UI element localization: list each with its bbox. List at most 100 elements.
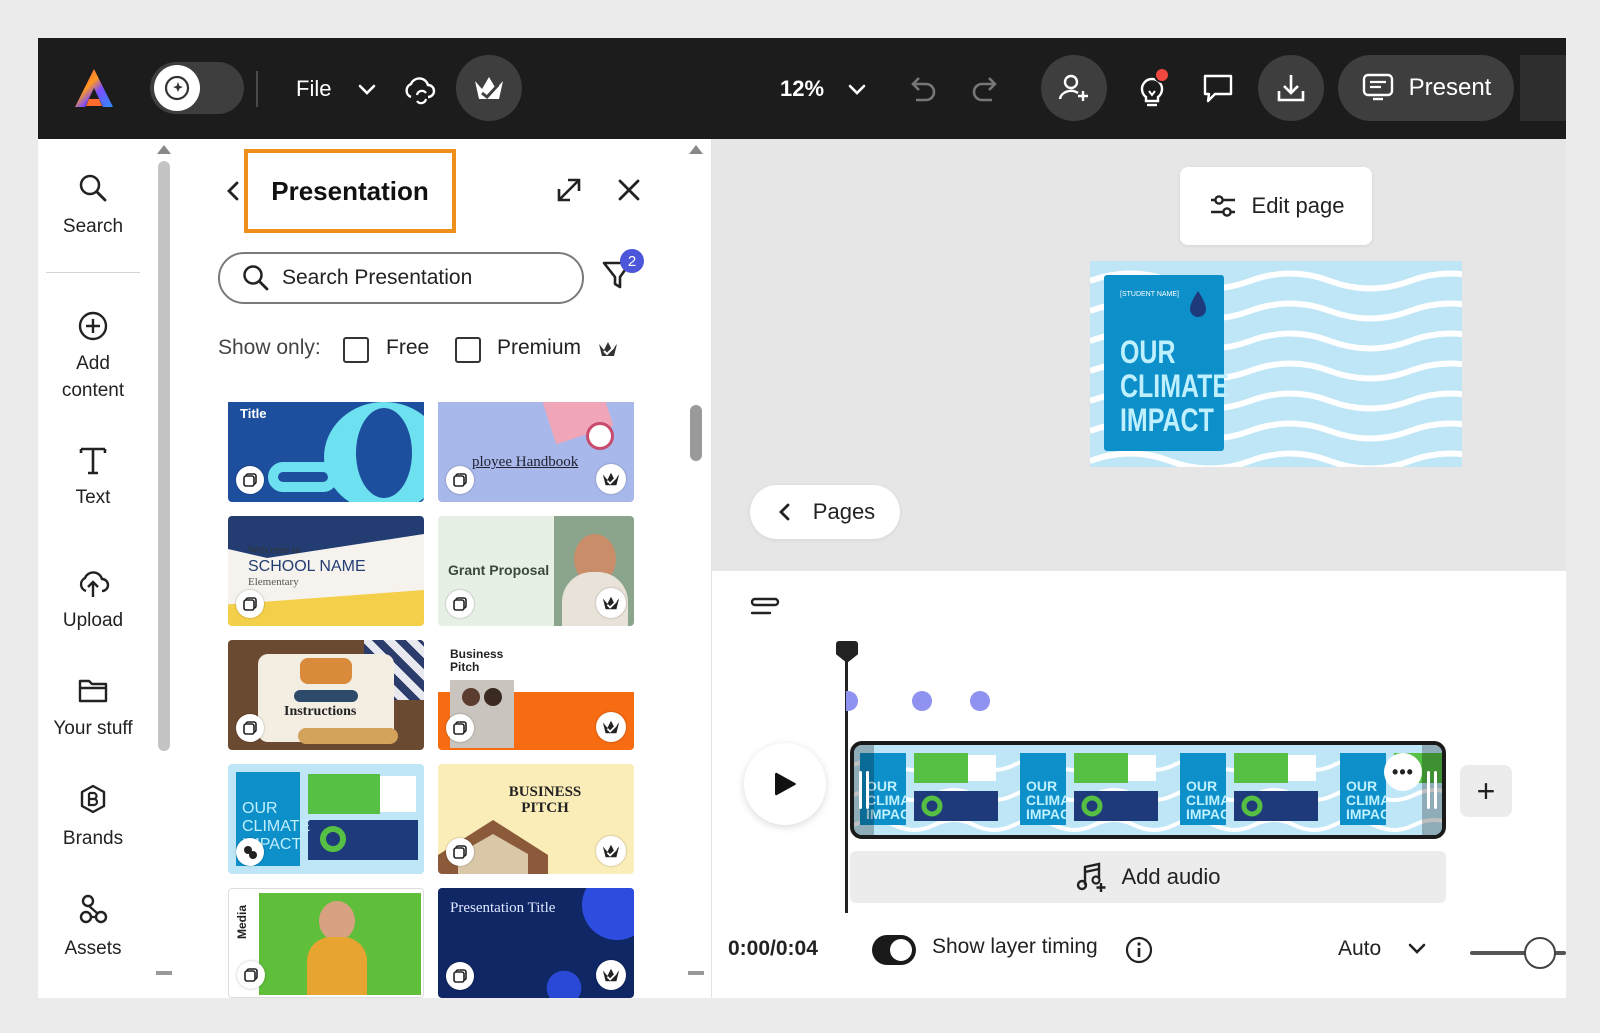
template-card[interactable]: Grant Proposal bbox=[438, 516, 634, 626]
back-chevron-icon[interactable] bbox=[222, 179, 244, 203]
zoom-level[interactable]: 12% bbox=[780, 72, 824, 106]
duration-mode-select[interactable]: Auto bbox=[1338, 937, 1381, 961]
pages-label: Pages bbox=[812, 499, 876, 524]
timeline-zoom-slider-handle[interactable] bbox=[1524, 937, 1556, 969]
template-card[interactable]: Presentation Title bbox=[438, 888, 634, 998]
copy-icon bbox=[446, 590, 474, 618]
rail-item-add-content[interactable]: Add content bbox=[38, 310, 148, 404]
upload-cloud-icon bbox=[79, 571, 110, 597]
template-card-title: Presentation Title bbox=[450, 900, 556, 916]
edit-page-button[interactable]: Edit page bbox=[1180, 167, 1372, 245]
app-window: File 12% Present Search Add content Text… bbox=[38, 38, 1566, 998]
crown-icon bbox=[475, 77, 503, 100]
chevron-down-icon[interactable] bbox=[1406, 937, 1430, 961]
rail-item-your-stuff[interactable]: Your stuff bbox=[38, 675, 148, 742]
copy-icon bbox=[236, 714, 264, 742]
rail-scroll-down[interactable] bbox=[156, 971, 172, 975]
template-card-title: Instructions bbox=[284, 704, 357, 719]
rail-item-text[interactable]: Text bbox=[38, 444, 148, 511]
add-audio-button[interactable]: Add audio bbox=[850, 851, 1446, 903]
chevron-down-icon[interactable] bbox=[844, 76, 870, 102]
redo-icon[interactable] bbox=[968, 70, 1006, 108]
search-field[interactable] bbox=[218, 252, 584, 304]
rail-item-label: Assets bbox=[64, 938, 122, 959]
panel-scrollbar[interactable] bbox=[690, 405, 702, 461]
copy-icon bbox=[446, 962, 474, 990]
clip-title: OUR CLIMATE IMPACT bbox=[1186, 779, 1226, 822]
clip-trim-right-handle[interactable] bbox=[1422, 745, 1442, 835]
premium-crown-button[interactable] bbox=[456, 55, 522, 121]
slide-title-line: CLIMATE bbox=[1120, 368, 1230, 404]
rail-divider bbox=[46, 272, 140, 273]
panel-scroll-down[interactable] bbox=[688, 971, 704, 975]
rail-item-label: Your stuff bbox=[53, 718, 133, 739]
top-bar: File 12% Present bbox=[38, 38, 1566, 139]
download-button[interactable] bbox=[1258, 55, 1324, 121]
crown-icon bbox=[597, 339, 619, 364]
download-icon bbox=[1277, 75, 1305, 102]
more-options-icon[interactable]: ••• bbox=[1384, 753, 1422, 791]
template-card[interactable]: OUR CLIMATE IMPACT bbox=[228, 764, 424, 874]
show-layer-timing-toggle[interactable] bbox=[872, 935, 916, 965]
template-card-title: Media bbox=[235, 904, 249, 939]
play-icon bbox=[775, 772, 796, 796]
page-clip-track[interactable]: OUR CLIMATE IMPACT OUR CLIMATE IMPACT OU… bbox=[850, 741, 1446, 839]
rail-item-assets[interactable]: Assets bbox=[38, 893, 148, 962]
invite-user-button[interactable] bbox=[1041, 55, 1107, 121]
play-button[interactable] bbox=[744, 743, 826, 825]
panel-title: Presentation bbox=[244, 149, 456, 233]
close-icon[interactable] bbox=[616, 177, 644, 205]
chevron-down-icon[interactable] bbox=[354, 76, 380, 102]
premium-checkbox[interactable] bbox=[455, 337, 481, 363]
folder-icon bbox=[78, 679, 108, 703]
slide-title-line: IMPACT bbox=[1120, 402, 1214, 438]
expand-icon[interactable] bbox=[554, 175, 586, 207]
free-checkbox[interactable] bbox=[343, 337, 369, 363]
template-card[interactable]: ployee Handbook bbox=[438, 402, 634, 502]
adobe-express-logo[interactable] bbox=[72, 66, 116, 110]
timeline-dot bbox=[912, 691, 932, 711]
template-card[interactable]: Instructions bbox=[228, 640, 424, 750]
info-icon[interactable] bbox=[1124, 935, 1154, 965]
undo-icon[interactable] bbox=[902, 70, 940, 108]
timeline-collapse-icon[interactable] bbox=[748, 591, 782, 621]
pages-button[interactable]: Pages bbox=[750, 485, 900, 539]
lightbulb-icon[interactable] bbox=[1130, 66, 1174, 112]
free-label: Free bbox=[386, 336, 430, 359]
template-card[interactable]: Business Pitch bbox=[438, 640, 634, 750]
crown-icon bbox=[596, 464, 626, 494]
copy-icon bbox=[446, 714, 474, 742]
comment-icon[interactable] bbox=[1198, 68, 1238, 108]
slide-thumbnail[interactable]: [STUDENT NAME] OUR CLIMATE IMPACT bbox=[1090, 261, 1462, 467]
present-label: Present bbox=[1408, 74, 1492, 101]
add-page-button[interactable]: + bbox=[1460, 765, 1512, 817]
assets-icon bbox=[79, 894, 108, 924]
rail-scrollbar[interactable] bbox=[158, 161, 170, 751]
rail-scroll-up[interactable] bbox=[157, 145, 171, 154]
panel-scroll-up[interactable] bbox=[689, 145, 703, 154]
ai-assistant-toggle[interactable] bbox=[150, 62, 244, 114]
template-card[interactable]: Media bbox=[228, 888, 424, 998]
template-card[interactable]: Title bbox=[228, 402, 424, 502]
timeline-panel: OUR CLIMATE IMPACT OUR CLIMATE IMPACT OU… bbox=[712, 571, 1566, 998]
crown-icon bbox=[596, 836, 626, 866]
file-menu[interactable]: File bbox=[296, 72, 331, 106]
toggle-knob bbox=[890, 939, 912, 961]
template-card-title: ployee Handbook bbox=[472, 454, 579, 470]
clip-trim-left-handle[interactable] bbox=[854, 745, 874, 835]
template-card[interactable]: BUSINESS PITCH bbox=[438, 764, 634, 874]
template-card-subtitle: Elementary bbox=[248, 576, 299, 588]
filter-count-badge: 2 bbox=[620, 249, 644, 273]
template-card[interactable]: Welcome to SCHOOL NAME Elementary bbox=[228, 516, 424, 626]
present-button[interactable]: Present bbox=[1338, 55, 1514, 121]
rail-item-label: Brands bbox=[62, 828, 124, 849]
add-circle-icon bbox=[78, 311, 108, 341]
cloud-sync-icon[interactable] bbox=[400, 70, 438, 108]
premium-label: Premium bbox=[497, 336, 582, 359]
search-input[interactable] bbox=[282, 266, 562, 290]
rail-item-search[interactable]: Search bbox=[38, 173, 148, 240]
present-options-button[interactable] bbox=[1516, 55, 1566, 121]
rail-item-brands[interactable]: Brands bbox=[38, 783, 148, 852]
rail-item-upload[interactable]: Upload bbox=[38, 567, 148, 634]
present-icon bbox=[1362, 73, 1393, 101]
